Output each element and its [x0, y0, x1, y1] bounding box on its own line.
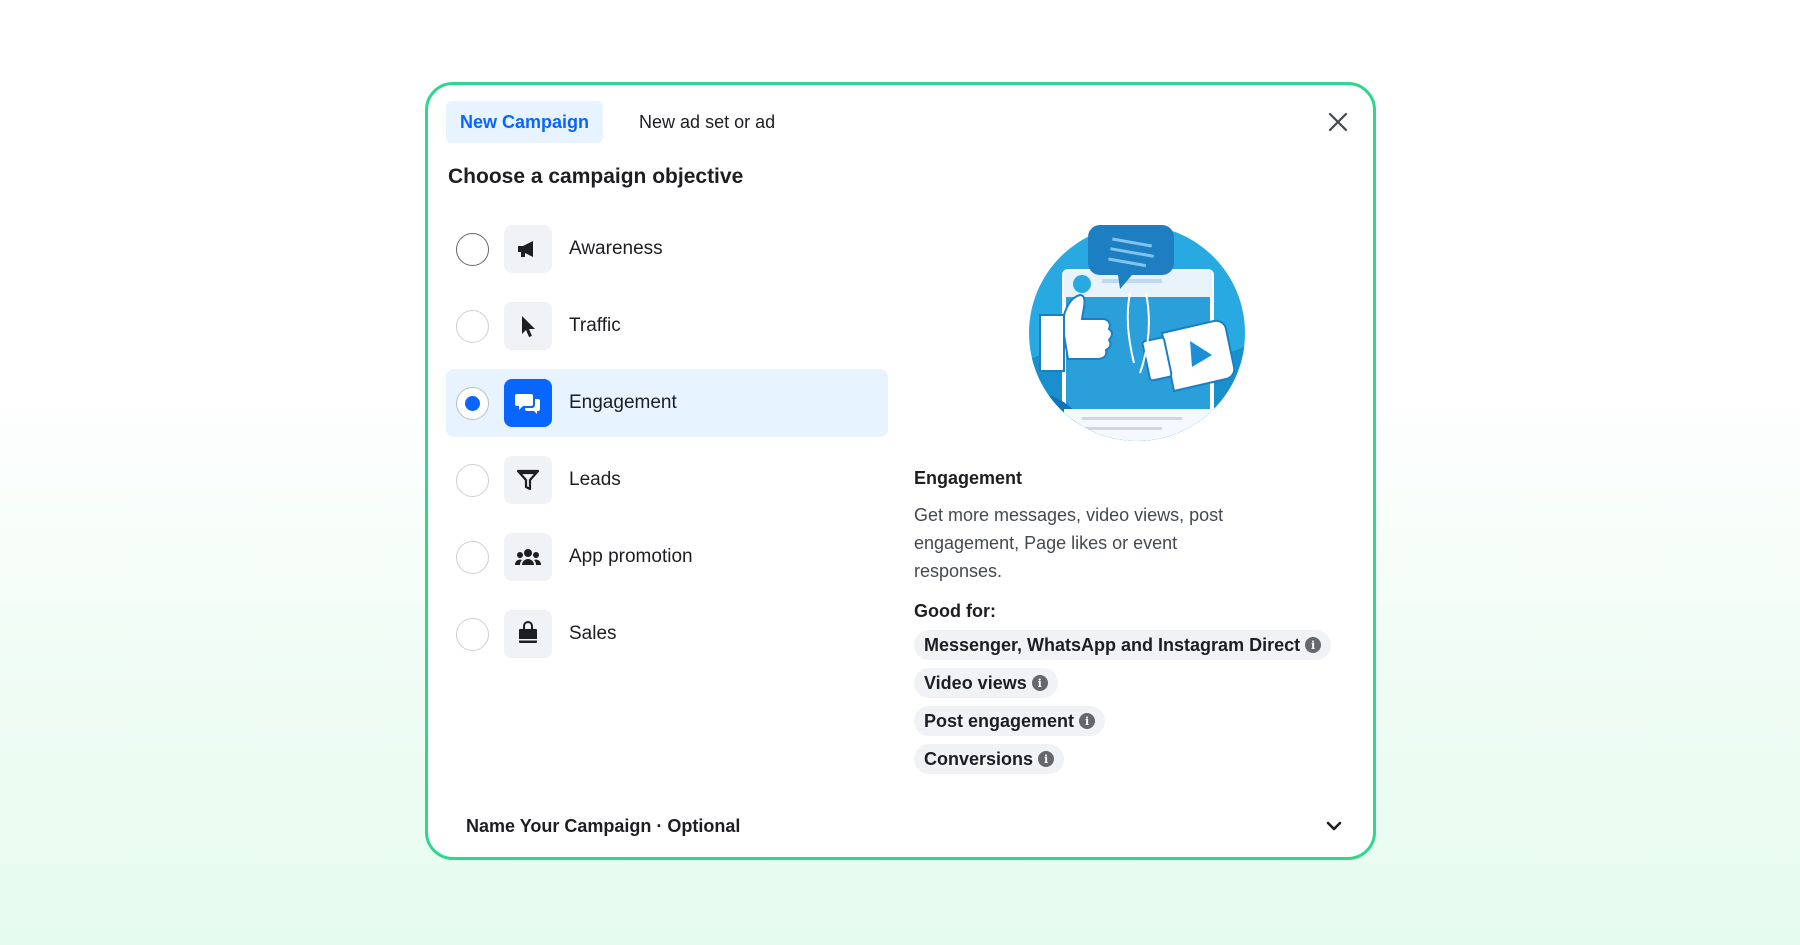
- objective-label: Leads: [569, 469, 621, 490]
- radio-app-promotion[interactable]: [456, 540, 489, 574]
- people-icon: [504, 533, 552, 581]
- close-button[interactable]: [1321, 105, 1355, 139]
- objective-label: Traffic: [569, 315, 621, 336]
- objective-app-promotion[interactable]: App promotion: [446, 523, 888, 591]
- good-for-pill[interactable]: Post engagement i: [914, 706, 1106, 736]
- shopping-bag-icon: [504, 610, 552, 658]
- radio-traffic[interactable]: [456, 309, 489, 343]
- objective-label: Sales: [569, 623, 617, 644]
- chevron-down-icon[interactable]: [1325, 820, 1343, 832]
- objective-sales[interactable]: Sales: [446, 600, 888, 668]
- radio-awareness[interactable]: [456, 232, 489, 266]
- engagement-illustration: [1029, 225, 1245, 441]
- pill-label: Messenger, WhatsApp and Instagram Direct: [924, 634, 1301, 655]
- tab-new-ad-set-or-ad[interactable]: New ad set or ad: [625, 101, 789, 143]
- objective-awareness[interactable]: Awareness: [446, 215, 888, 283]
- objective-label: Engagement: [569, 392, 677, 413]
- good-for-pill[interactable]: Video views i: [914, 668, 1058, 698]
- radio-leads[interactable]: [456, 463, 489, 497]
- megaphone-icon: [504, 225, 552, 273]
- info-icon[interactable]: i: [1079, 713, 1096, 729]
- detail-title: Engagement: [914, 468, 1023, 488]
- name-campaign-label: Name Your Campaign · Optional: [466, 815, 741, 836]
- detail-description: Get more messages, video views, post eng…: [914, 505, 1224, 581]
- close-icon: [1328, 112, 1348, 132]
- good-for-pill[interactable]: Messenger, WhatsApp and Instagram Direct…: [914, 630, 1332, 660]
- info-icon[interactable]: i: [1305, 637, 1322, 653]
- tab-bar: New Campaign New ad set or ad: [446, 101, 789, 143]
- objective-label: Awareness: [569, 238, 663, 259]
- objective-traffic[interactable]: Traffic: [446, 292, 888, 360]
- info-icon[interactable]: i: [1038, 751, 1055, 767]
- funnel-icon: [504, 456, 552, 504]
- cursor-icon: [504, 302, 552, 350]
- pill-label: Video views: [924, 672, 1027, 693]
- pill-label: Conversions: [924, 748, 1034, 769]
- pill-label: Post engagement: [924, 710, 1075, 731]
- name-campaign-section[interactable]: Name Your Campaign · Optional: [466, 808, 1343, 844]
- objective-label: App promotion: [569, 546, 693, 567]
- objective-leads[interactable]: Leads: [446, 446, 888, 514]
- objective-list: Awareness Traffic Engagement Leads App p…: [446, 215, 888, 677]
- objective-engagement[interactable]: Engagement: [446, 369, 888, 437]
- chat-bubbles-icon: [504, 379, 552, 427]
- info-icon[interactable]: i: [1031, 675, 1048, 691]
- tab-new-campaign[interactable]: New Campaign: [446, 101, 604, 143]
- good-for-pill[interactable]: Conversions i: [914, 744, 1065, 774]
- campaign-modal: New Campaign New ad set or ad Choose a c…: [425, 82, 1376, 860]
- radio-sales[interactable]: [456, 617, 489, 651]
- objective-detail: Engagement Get more messages, video view…: [914, 468, 1334, 782]
- page-title: Choose a campaign objective: [448, 165, 744, 188]
- good-for-label: Good for:: [914, 601, 996, 621]
- radio-engagement[interactable]: [456, 386, 489, 420]
- good-for-list: Messenger, WhatsApp and Instagram Direct…: [914, 630, 1334, 782]
